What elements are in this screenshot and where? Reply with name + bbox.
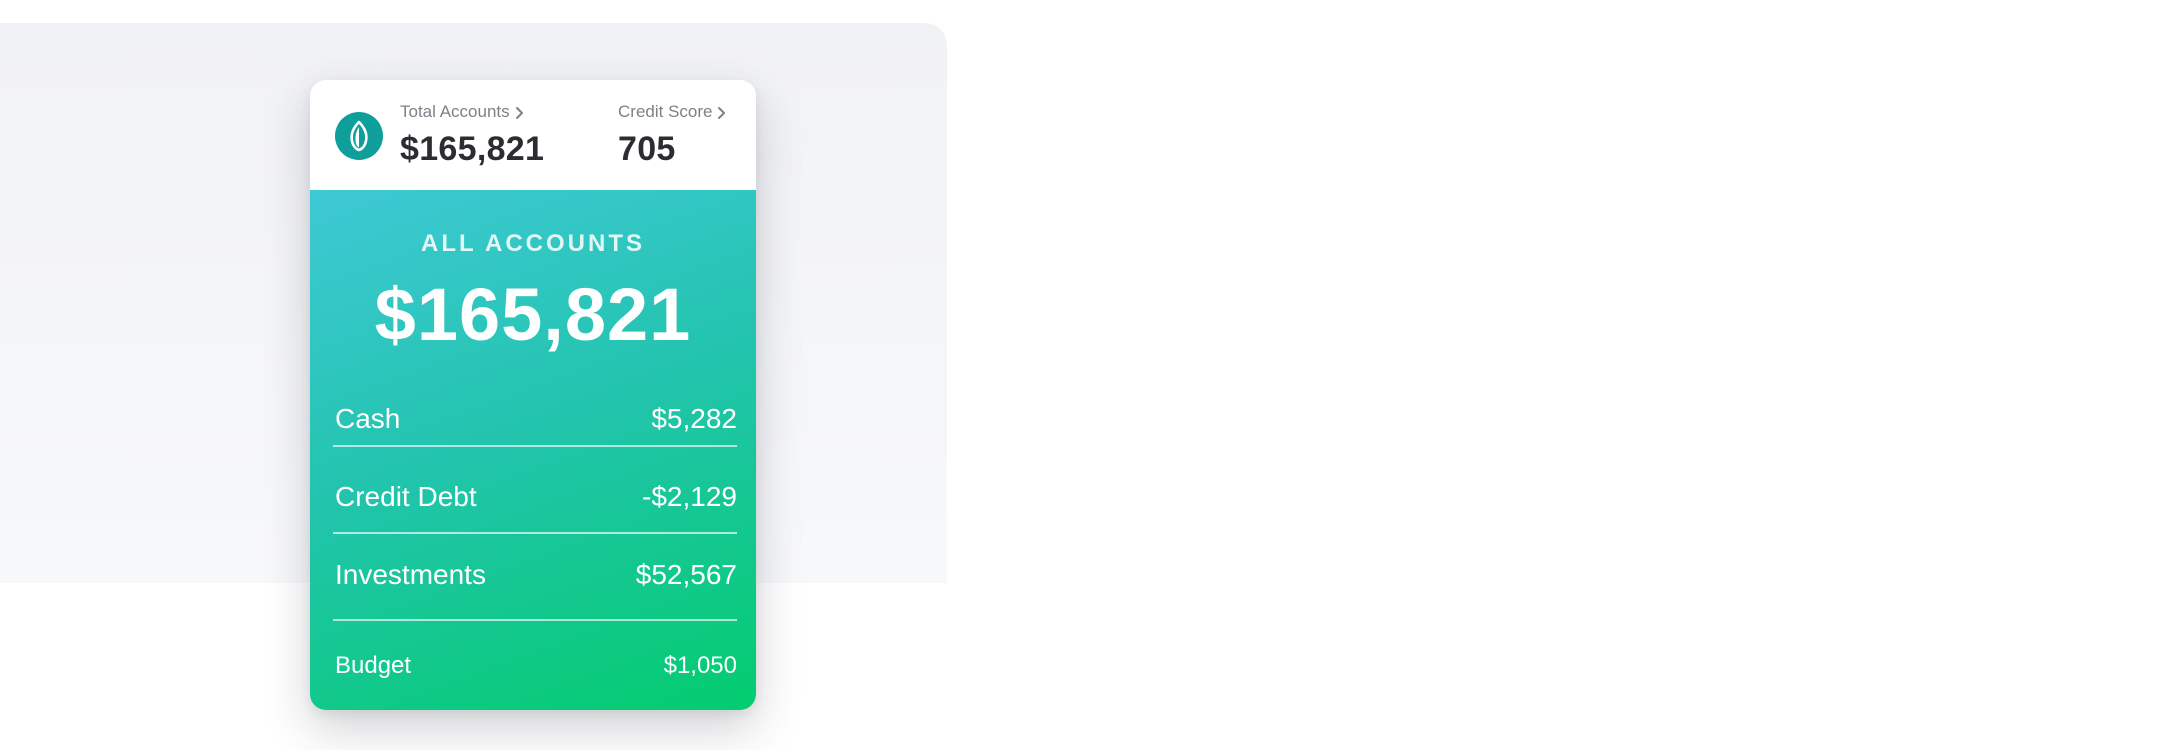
account-row-cash[interactable]: Cash $5,282 — [335, 403, 737, 435]
all-accounts-panel: ALL ACCOUNTS $165,821 Cash $5,282 Credit… — [310, 190, 756, 710]
account-row-value: -$2,129 — [642, 481, 737, 512]
account-row-label: Budget — [335, 652, 412, 679]
account-row-label: Cash — [335, 403, 401, 434]
accounts-card: Total Accounts $165,821 Credit Score 705… — [310, 80, 756, 710]
total-accounts-stat[interactable]: Total Accounts $165,821 — [400, 102, 544, 169]
credit-score-label-row[interactable]: Credit Score — [618, 102, 728, 122]
row-divider — [333, 532, 737, 534]
account-row-investments[interactable]: Investments $52,567 — [335, 559, 737, 591]
row-divider — [333, 619, 737, 621]
all-accounts-total: $165,821 — [374, 273, 692, 356]
chevron-right-icon[interactable] — [514, 105, 526, 119]
all-accounts-label: ALL ACCOUNTS — [421, 230, 645, 257]
credit-score-stat[interactable]: Credit Score 705 — [618, 102, 728, 169]
total-accounts-value: $165,821 — [400, 130, 545, 168]
chevron-right-icon[interactable] — [716, 105, 728, 119]
credit-score-label: Credit Score — [618, 102, 713, 121]
account-row-value: $5,282 — [651, 403, 737, 434]
leaf-logo-icon — [335, 112, 383, 160]
total-accounts-label: Total Accounts — [400, 102, 510, 121]
account-row-budget[interactable]: Budget $1,050 — [335, 652, 737, 680]
row-divider — [333, 445, 737, 447]
total-accounts-label-row[interactable]: Total Accounts — [400, 102, 544, 122]
account-row-value: $52,567 — [635, 559, 737, 590]
account-row-label: Investments — [335, 559, 486, 590]
account-row-label: Credit Debt — [335, 481, 477, 512]
credit-score-value: 705 — [618, 130, 676, 168]
card-header: Total Accounts $165,821 Credit Score 705 — [310, 80, 756, 190]
account-row-value: $1,050 — [663, 652, 737, 679]
account-row-credit-debt[interactable]: Credit Debt -$2,129 — [335, 481, 737, 513]
